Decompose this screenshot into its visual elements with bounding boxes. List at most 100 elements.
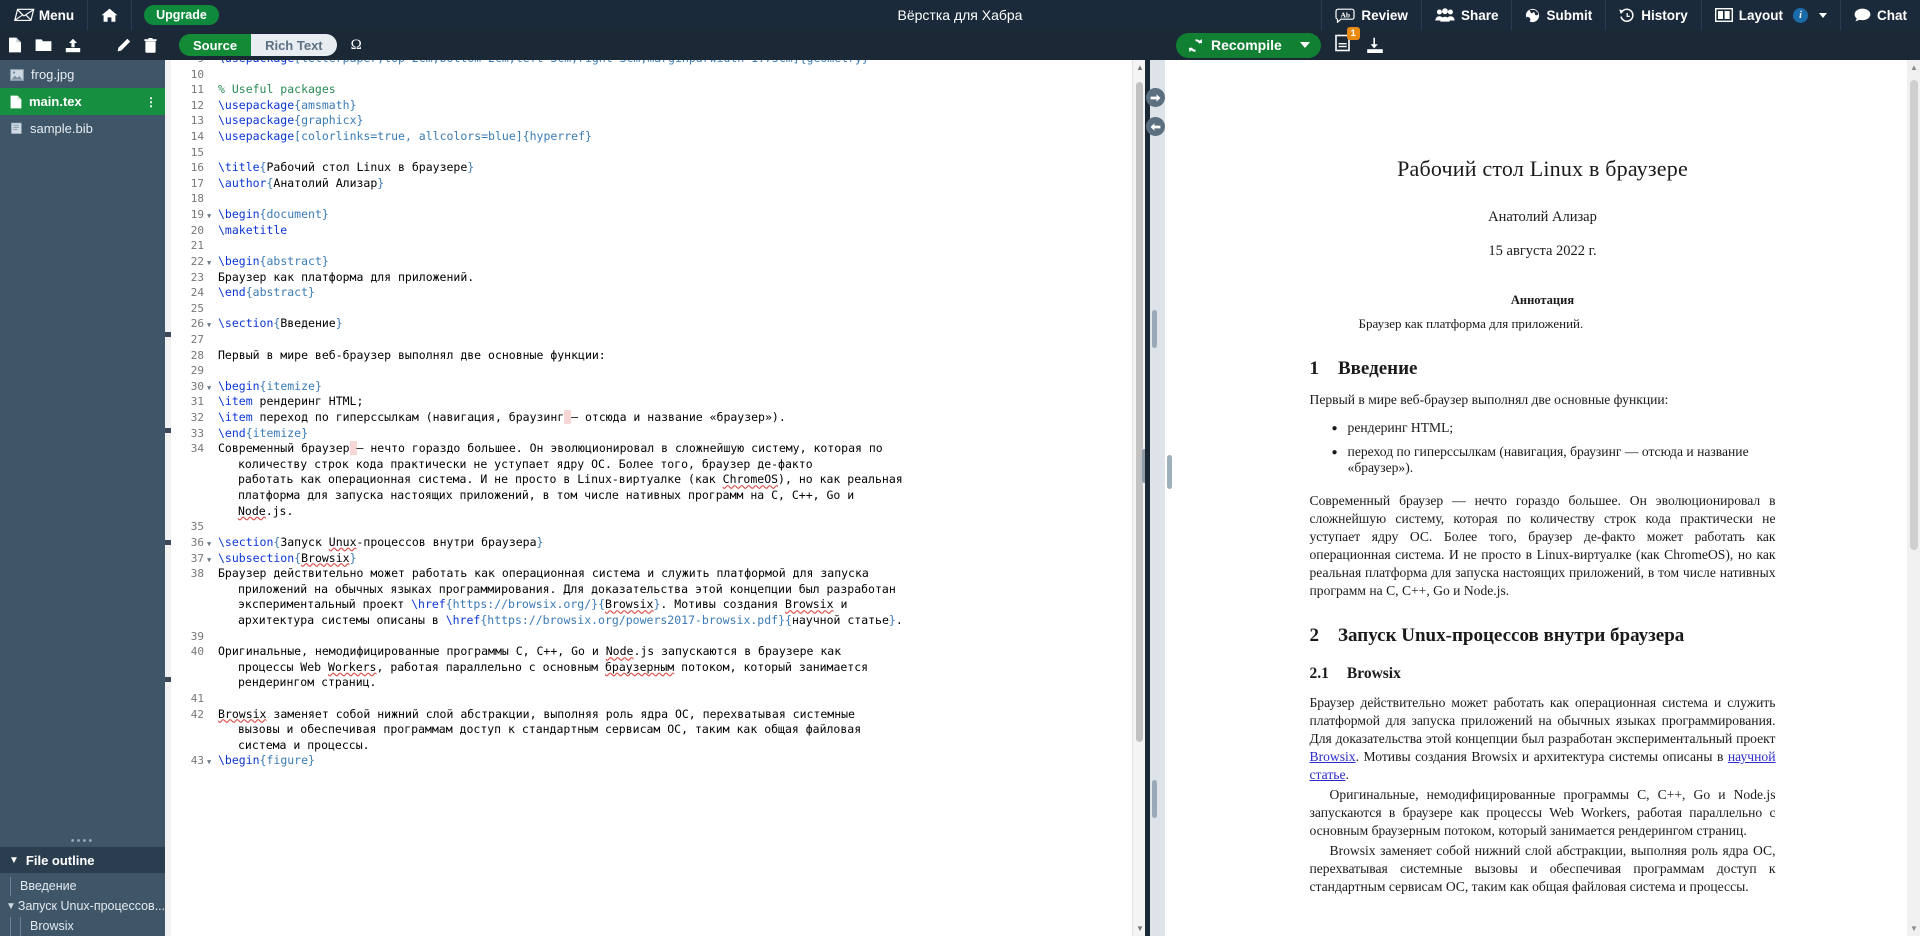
download-pdf-icon[interactable]	[1366, 37, 1384, 54]
splitter-grip-top[interactable]	[1152, 310, 1157, 348]
logs-button[interactable]: 1	[1335, 26, 1360, 57]
editor-pdf-splitter[interactable]	[1145, 60, 1165, 936]
code-line[interactable]: 25	[171, 301, 1145, 317]
scroll-down-arrow-icon[interactable]: ▼	[1136, 924, 1144, 933]
sync-to-pdf-button[interactable]	[1146, 88, 1165, 107]
code-line[interactable]: система и процессы.	[171, 738, 1145, 754]
review-button[interactable]: Ab Review	[1321, 0, 1422, 30]
code-line[interactable]: приложений на обычных языках программиро…	[171, 582, 1145, 598]
submit-button[interactable]: Submit	[1512, 0, 1607, 30]
code-line[interactable]: платформа для запуска настоящих приложен…	[171, 488, 1145, 504]
share-button[interactable]: Share	[1422, 0, 1513, 30]
code-line[interactable]: 42 Browsix заменяет собой нижний слой абс…	[171, 707, 1145, 723]
code-line[interactable]: 37 ▼ \subsection{Browsix}	[171, 551, 1145, 567]
code-line[interactable]: 28 Первый в мире веб-браузер выполнял две…	[171, 348, 1145, 364]
code-line[interactable]: 35	[171, 519, 1145, 535]
code-line[interactable]: процессы Web Workers, работая параллельн…	[171, 660, 1145, 676]
code-line[interactable]: 11 % Useful packages	[171, 82, 1145, 98]
code-line[interactable]: 36 ▼ \section{Запуск Unux-процессов внутри…	[171, 535, 1145, 551]
fold-toggle-icon[interactable]: ▼	[207, 755, 216, 771]
fold-toggle-icon[interactable]: ▼	[207, 381, 216, 397]
menu-button[interactable]: 🖂 Menu	[0, 0, 89, 30]
outline-item-vvedenie[interactable]: Введение	[0, 876, 165, 896]
code-line[interactable]: 29	[171, 363, 1145, 379]
code-line[interactable]: 21	[171, 238, 1145, 254]
symbol-palette-icon[interactable]: Ω	[351, 37, 362, 54]
code-scroll-region[interactable]: 9\usepackage[letterpaper,top=2cm,bottom=…	[171, 60, 1145, 936]
code-line[interactable]: 15	[171, 145, 1145, 161]
pdf-scrollbar[interactable]: ▲ ▼	[1907, 60, 1920, 936]
code-line[interactable]: Node.js.	[171, 504, 1145, 520]
pdf-preview-panel[interactable]: Рабочий стол Linux в браузере Анатолий А…	[1165, 60, 1920, 936]
code-line[interactable]: 33 \end{itemize}	[171, 426, 1145, 442]
latex-source-code[interactable]: 9\usepackage[letterpaper,top=2cm,bottom=…	[171, 60, 1145, 769]
kebab-menu-icon[interactable]: ⋮	[145, 96, 157, 108]
code-line[interactable]: 32 \item переход по гиперссылкам (навигац…	[171, 410, 1145, 426]
editor-resize-grip[interactable]	[1142, 449, 1145, 483]
chat-button[interactable]: Chat	[1841, 0, 1920, 30]
recompile-button[interactable]: Recompile	[1176, 32, 1321, 58]
code-line[interactable]: 17 \author{Анатолий Ализар}	[171, 176, 1145, 192]
file-item-main-tex[interactable]: main.tex ⋮	[0, 88, 165, 115]
code-line[interactable]: 16 \title{Рабочий стол Linux в браузере}	[171, 160, 1145, 176]
code-line[interactable]: количеству строк кода практически не уст…	[171, 457, 1145, 473]
outline-item-zapusk[interactable]: ▼ Запуск Unux-процессов...	[0, 896, 165, 916]
code-line[interactable]: 9\usepackage[letterpaper,top=2cm,bottom=…	[171, 60, 1145, 67]
file-outline-header[interactable]: ▼ File outline	[0, 847, 165, 873]
sync-to-code-button[interactable]	[1146, 117, 1165, 136]
code-line[interactable]: 30 ▼ \begin{itemize}	[171, 379, 1145, 395]
code-line[interactable]: 41	[171, 691, 1145, 707]
new-folder-icon[interactable]	[35, 38, 52, 52]
editor-scrollbar-thumb[interactable]	[1136, 82, 1143, 742]
code-line[interactable]: 18	[171, 191, 1145, 207]
scroll-up-arrow-icon[interactable]: ▲	[1136, 63, 1144, 72]
code-line[interactable]: рендерингом страниц.	[171, 675, 1145, 691]
code-line[interactable]: 43 ▼ \begin{figure}	[171, 753, 1145, 769]
code-line[interactable]: 14 \usepackage[colorlinks=true, allcolors…	[171, 129, 1145, 145]
pdf-resize-grip[interactable]	[1167, 455, 1172, 489]
pdf-viewport[interactable]: Рабочий стол Linux в браузере Анатолий А…	[1165, 60, 1920, 936]
layout-button[interactable]: Layout i	[1702, 0, 1841, 30]
filetree-resize-handle[interactable]: ••••	[0, 835, 165, 847]
home-button[interactable]	[88, 0, 133, 30]
code-line[interactable]: 40 Оригинальные, немодифицированные прогр…	[171, 644, 1145, 660]
code-line[interactable]: 22 ▼ \begin{abstract}	[171, 254, 1145, 270]
code-line[interactable]: 34 Современный браузер – нечто гораздо бо…	[171, 441, 1145, 457]
code-line[interactable]: 19 ▼ \begin{document}	[171, 207, 1145, 223]
chevron-down-icon[interactable]: ▼	[6, 901, 16, 912]
code-line[interactable]: экспериментальный проект \href{https://b…	[171, 597, 1145, 613]
outline-item-browsix[interactable]: Browsix	[0, 916, 165, 936]
code-line[interactable]: 24 \end{abstract}	[171, 285, 1145, 301]
code-line[interactable]: 31 \item рендеринг HTML;	[171, 394, 1145, 410]
file-item-sample-bib[interactable]: sample.bib	[0, 115, 165, 142]
editor-scrollbar[interactable]: ▲ ▼	[1132, 60, 1145, 936]
splitter-grip-bottom[interactable]	[1152, 780, 1157, 818]
code-line[interactable]: вызовы и обеспечивая программам доступ к…	[171, 722, 1145, 738]
code-line[interactable]: 26 ▼ \section{Введение}	[171, 316, 1145, 332]
code-line[interactable]: 39	[171, 629, 1145, 645]
history-button[interactable]: History	[1606, 0, 1702, 30]
code-line[interactable]: архитектура системы описаны в \href{http…	[171, 613, 1145, 629]
pdf-scroll-up-arrow-icon[interactable]: ▲	[1910, 63, 1918, 72]
code-line[interactable]: 12 \usepackage{amsmath}	[171, 98, 1145, 114]
code-line[interactable]: 23 Браузер как платформа для приложений.	[171, 270, 1145, 286]
fold-toggle-icon[interactable]: ▼	[207, 209, 216, 225]
pdf-scroll-down-arrow-icon[interactable]: ▼	[1910, 924, 1918, 933]
trash-icon[interactable]	[144, 37, 157, 53]
code-line[interactable]: 38 Браузер действительно может работать к…	[171, 566, 1145, 582]
fold-toggle-icon[interactable]: ▼	[207, 318, 216, 334]
code-line[interactable]: работать как операционная система. И не …	[171, 472, 1145, 488]
tab-rich-text[interactable]: Rich Text	[251, 34, 337, 56]
fold-toggle-icon[interactable]: ▼	[207, 537, 216, 553]
tab-source[interactable]: Source	[179, 34, 252, 56]
pdf-scrollbar-thumb[interactable]	[1910, 80, 1918, 550]
browsix-link[interactable]: Browsix	[1310, 749, 1356, 764]
code-line[interactable]: 10	[171, 67, 1145, 83]
code-editor-panel[interactable]: 9\usepackage[letterpaper,top=2cm,bottom=…	[165, 60, 1145, 936]
pencil-icon[interactable]	[116, 38, 131, 53]
fold-toggle-icon[interactable]: ▼	[207, 553, 216, 569]
upload-icon[interactable]	[65, 38, 81, 53]
code-line[interactable]: 27	[171, 332, 1145, 348]
file-item-frog[interactable]: frog.jpg	[0, 61, 165, 88]
recompile-dropdown-caret-icon[interactable]	[1299, 42, 1310, 48]
